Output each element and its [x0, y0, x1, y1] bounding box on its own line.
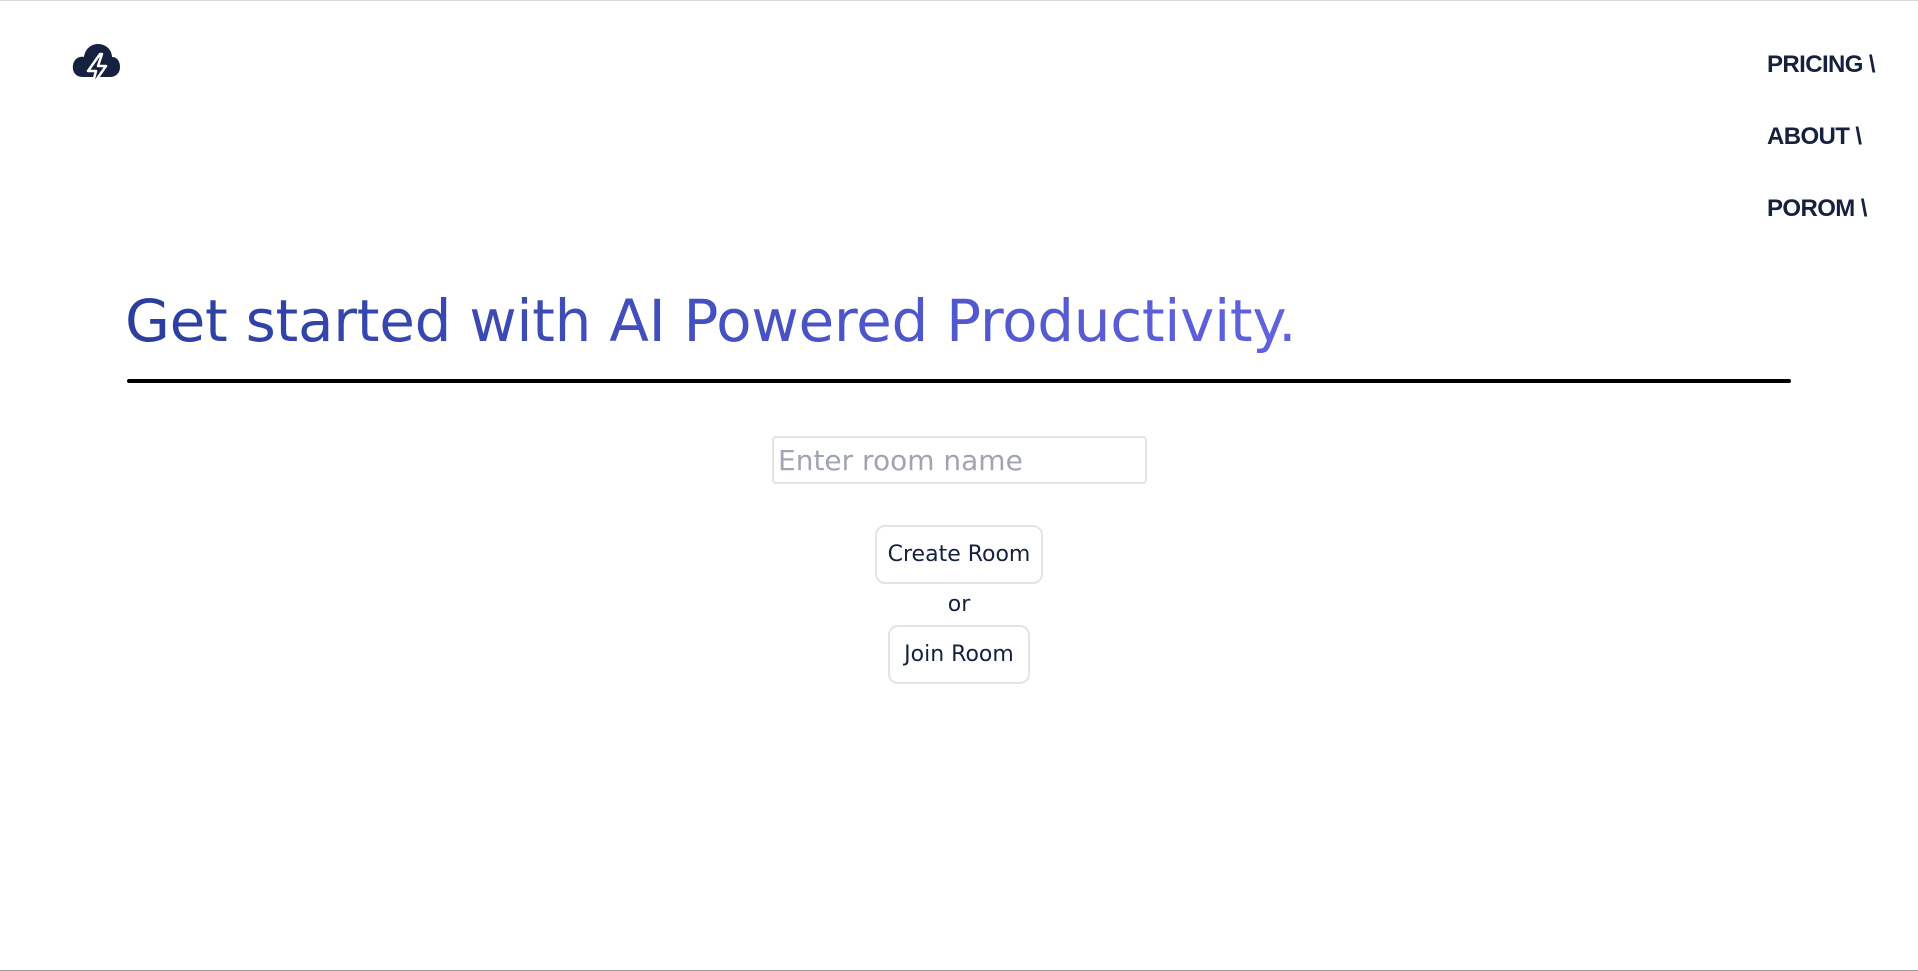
logo[interactable]	[71, 41, 121, 87]
nav-link-pricing[interactable]: PRICING \	[1767, 48, 1912, 82]
nav-link-porom[interactable]: POROM \	[1767, 192, 1912, 226]
create-room-button[interactable]: Create Room	[875, 525, 1043, 584]
or-separator: or	[947, 592, 971, 617]
join-room-button[interactable]: Join Room	[888, 625, 1030, 684]
top-border	[0, 0, 1918, 1]
cloud-lightning-icon	[72, 44, 120, 87]
main-nav: PRICING \ ABOUT \ POROM \	[1767, 48, 1912, 264]
hero-divider	[127, 379, 1791, 383]
nav-link-about[interactable]: ABOUT \	[1767, 120, 1912, 154]
room-name-input[interactable]	[772, 436, 1147, 484]
hero-title: Get started with AI Powered Productivity…	[125, 287, 1297, 355]
